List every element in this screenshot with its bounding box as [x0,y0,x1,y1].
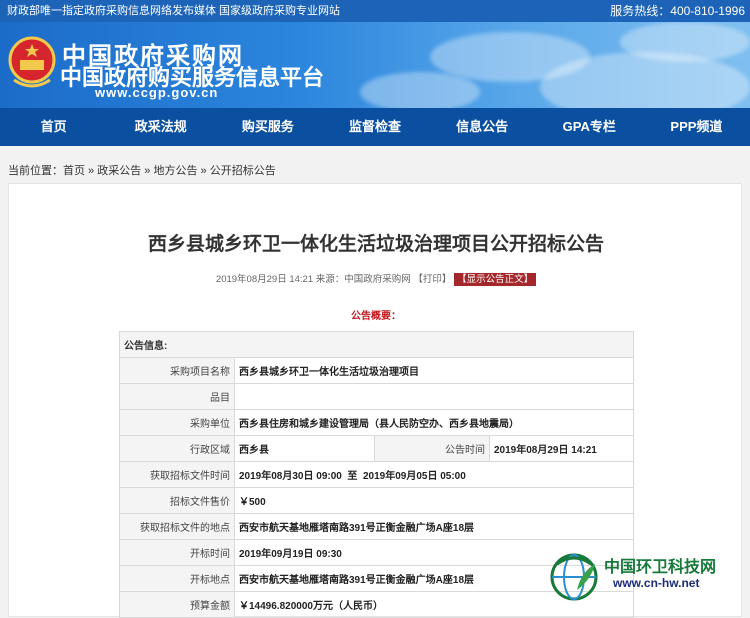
table-header: 公告信息: [119,331,634,358]
nav-item-announcements[interactable]: 信息公告 [429,108,536,146]
breadcrumb-procurement-notices[interactable]: 政采公告 [97,165,141,177]
table-label: 品目 [119,383,235,410]
table-label: 采购项目名称 [119,357,235,384]
top-info-bar: 财政部唯一指定政府采购信息网络发布媒体 国家级政府采购专业网站 服务热线：400… [0,0,750,22]
project-name-value: 西乡县城乡环卫一体化生活垃圾治理项目 [234,357,634,384]
overview-heading: 公告概要： [351,311,401,322]
nav-item-home[interactable]: 首页 [0,108,107,146]
breadcrumb-prefix: 当前位置： [8,165,63,177]
doc-price-value: ￥500 [234,487,634,514]
main-nav: 首页 政采法规 购买服务 监督检查 信息公告 GPA专栏 PPP频道 [0,108,750,146]
table-row: 采购单位 西乡县住房和城乡建设管理局（县人民防空办、西乡县地震局） [119,409,634,436]
site-banner: 中国政府采购网 中国政府购买服务信息平台 www.ccgp.gov.cn [0,22,750,108]
watermark: 中国环卫科技网 www.cn-hw.net [547,548,747,608]
table-label: 采购单位 [119,409,235,436]
table-label: 获取招标文件时间 [119,461,235,488]
buyer-value: 西乡县住房和城乡建设管理局（县人民防空办、西乡县地震局） [234,409,634,436]
nav-item-regulations[interactable]: 政采法规 [107,108,214,146]
nav-item-purchase-services[interactable]: 购买服务 [214,108,321,146]
page-title: 西乡县城乡环卫一体化生活垃圾治理项目公开招标公告 [147,234,604,255]
get-doc-place-value: 西安市航天基地雁塔南路391号正衡金融广场A座18层 [234,513,634,540]
get-doc-time-value: 2019年08月30日 09:00 至 2019年09月05日 05:00 [234,461,634,488]
article-meta: 2019年08月29日 14:21 来源：中国政府采购网 【打印】 【显示公告正… [9,271,743,286]
logo-url: www.ccgp.gov.cn [95,85,219,100]
table-label: 预算金额 [119,591,235,618]
table-row: 获取招标文件时间 2019年08月30日 09:00 至 2019年09月05日… [119,461,634,488]
table-row: 获取招标文件的地点 西安市航天基地雁塔南路391号正衡金融广场A座18层 [119,513,634,540]
print-link[interactable]: 【打印】 [413,274,451,285]
watermark-name: 中国环卫科技网 [604,559,717,576]
publish-date: 2019年08月29日 14:21 [215,274,314,285]
table-row: 公告信息: [119,331,634,358]
nav-item-gpa[interactable]: GPA专栏 [536,108,643,146]
nav-item-ppp[interactable]: PPP频道 [643,108,750,146]
breadcrumb-public-tender[interactable]: 公开招标公告 [210,165,276,177]
table-label: 公告时间 [374,435,490,462]
service-hotline: 服务热线：400-810-1996 [610,4,745,18]
table-label: 招标文件售价 [119,487,235,514]
table-label: 开标地点 [119,565,235,592]
national-emblem-icon [8,36,56,88]
breadcrumb-home[interactable]: 首页 [63,165,85,177]
table-row: 采购项目名称 西乡县城乡环卫一体化生活垃圾治理项目 [119,357,634,384]
show-body-button[interactable]: 【显示公告正文】 [454,273,537,286]
breadcrumb: 当前位置：首页 » 政采公告 » 地方公告 » 公开招标公告 [8,165,276,177]
nav-item-supervision[interactable]: 监督检查 [321,108,428,146]
table-row: 招标文件售价 ￥500 [119,487,634,514]
source: 来源：中国政府采购网 [315,274,411,285]
table-label: 获取招标文件的地点 [119,513,235,540]
site-slogan: 财政部唯一指定政府采购信息网络发布媒体 国家级政府采购专业网站 [7,5,341,17]
breadcrumb-local-notices[interactable]: 地方公告 [153,165,197,177]
region-value: 西乡县 [234,435,375,462]
table-row: 行政区域 西乡县 公告时间 2019年08月29日 14:21 [119,435,634,462]
globe-leaf-icon [550,553,598,601]
watermark-url: www.cn-hw.net [613,576,700,590]
table-row: 品目 [119,383,634,410]
pubtime-value: 2019年08月29日 14:21 [489,435,634,462]
table-label: 行政区域 [119,435,235,462]
item-value [234,383,634,410]
table-label: 开标时间 [119,539,235,566]
